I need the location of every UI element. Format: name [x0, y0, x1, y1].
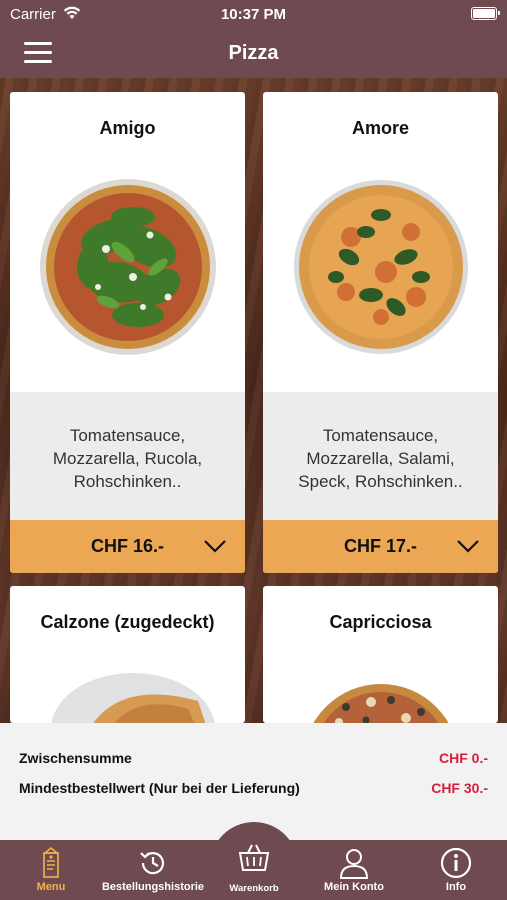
product-name: Amore [351, 118, 409, 138]
subtotal-label: Zwischensumme [19, 750, 132, 766]
battery-icon [471, 7, 500, 20]
product-name: Capricciosa [329, 612, 432, 632]
status-time: 10:37 PM [220, 6, 287, 23]
description-line: Mozzarella, Salami, [306, 449, 455, 468]
navigation-bar: Pizza [0, 30, 507, 78]
description-line: Tomatensauce, [69, 426, 186, 445]
tab-label: Mein Konto [324, 881, 384, 893]
subtotal-value: CHF 0.- [439, 750, 488, 766]
tab-label: Warenkorb [229, 883, 279, 894]
product-card-capricciosa[interactable]: Capricciosa [263, 586, 498, 723]
description-line: Tomatensauce, [322, 426, 439, 445]
menu-card-icon [42, 847, 60, 878]
product-name: Calzone (zugedeckt) [40, 612, 215, 632]
info-icon [440, 847, 472, 879]
tab-order-history[interactable]: Bestellungshistorie [100, 840, 206, 900]
description-line: Speck, Rohschinken.. [298, 472, 463, 491]
basket-icon [238, 844, 270, 871]
tab-menu[interactable]: Menu [10, 840, 92, 900]
tab-my-account[interactable]: Mein Konto [305, 840, 403, 900]
pizza-capricciosa-image [313, 684, 449, 723]
tab-label: Menu [36, 881, 66, 893]
product-name: Amigo [99, 118, 156, 138]
minimum-order-value: CHF 30.- [431, 780, 488, 796]
tab-label: Bestellungshistorie [101, 881, 205, 893]
tab-cart[interactable]: Warenkorb [210, 840, 298, 900]
user-icon [339, 849, 369, 879]
chevron-down-icon [204, 540, 226, 553]
status-bar: Carrier 10:37 PM [0, 0, 507, 30]
chevron-down-icon [457, 540, 479, 553]
tab-label: Info [445, 881, 467, 893]
pizza-amore-image [294, 180, 468, 354]
tab-info[interactable]: Info [415, 840, 497, 900]
price-dropdown-button[interactable]: CHF 17.- [263, 520, 498, 573]
product-card-calzone[interactable]: Calzone (zugedeckt) [10, 586, 245, 723]
description-line: Rohschinken.. [73, 472, 182, 491]
product-description: Tomatensauce, Mozzarella, Rucola, Rohsch… [10, 392, 245, 520]
description-line: Mozzarella, Rucola, [52, 449, 203, 468]
product-description: Tomatensauce, Mozzarella, Salami, Speck,… [263, 392, 498, 520]
pizza-calzone-image [51, 673, 215, 723]
minimum-order-label: Mindestbestellwert (Nur bei der Lieferun… [19, 780, 300, 796]
page-title: Pizza [228, 42, 279, 64]
product-card-amore[interactable]: Amore Tomatensauce, Mozzarella, Salami, … [263, 92, 498, 573]
price-dropdown-button[interactable]: CHF 16.- [10, 520, 245, 573]
pizza-amigo-image [40, 179, 216, 355]
history-icon [140, 852, 165, 875]
product-card-amigo[interactable]: Amigo Tomatensauce, Mozzarella, Rucola, … [10, 92, 245, 573]
